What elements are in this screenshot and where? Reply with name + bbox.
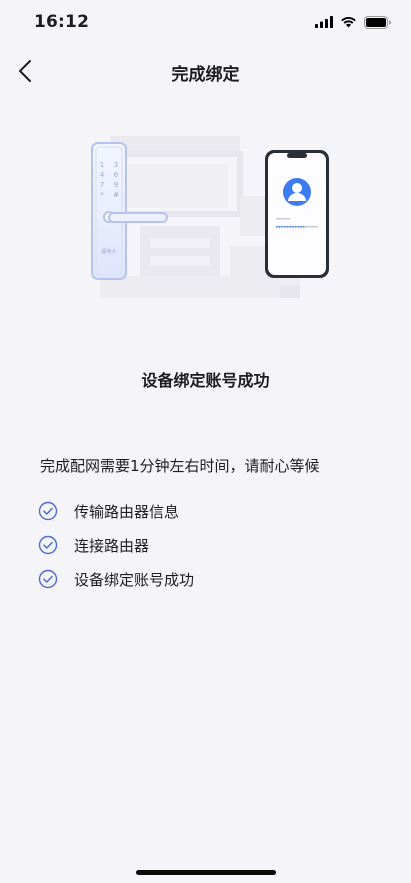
page-title: 完成绑定 [171, 65, 240, 85]
bind-illustration: 1 3 4 6 7 9 * # 超米大 [80, 126, 340, 306]
bind-steps-list: 传输路由器信息 连接路由器 设备绑定账号成功 [38, 494, 194, 596]
cellular-signal-icon [315, 16, 333, 28]
svg-text:1: 1 [100, 161, 104, 169]
step-item: 传输路由器信息 [38, 494, 194, 528]
step-item: 设备绑定账号成功 [38, 562, 194, 596]
wait-hint-text: 完成配网需要1分钟左右时间，请耐心等候 [40, 457, 320, 475]
home-indicator[interactable] [136, 870, 276, 875]
svg-text:7: 7 [100, 181, 104, 189]
wifi-icon [341, 17, 356, 28]
smart-lock-graphic: 1 3 4 6 7 9 * # 超米大 [91, 142, 168, 280]
check-circle-icon [38, 569, 58, 589]
status-bar: 16:12 [0, 0, 411, 44]
bind-result-title: 设备绑定账号成功 [141, 371, 270, 390]
bind-complete-screen: 16:12 完成绑定 1 3 4 6 7 9 * # 超米大 设备绑定账号成功 … [0, 0, 411, 883]
svg-text:*: * [100, 191, 104, 199]
nav-bar: 完成绑定 [0, 44, 411, 98]
phone-graphic [265, 150, 329, 278]
step-label: 传输路由器信息 [74, 502, 180, 521]
svg-text:#: # [113, 191, 119, 199]
svg-text:4: 4 [100, 171, 105, 179]
status-time: 16:12 [34, 12, 90, 32]
svg-text:9: 9 [114, 181, 118, 189]
step-label: 设备绑定账号成功 [74, 570, 195, 589]
battery-icon [364, 15, 391, 29]
step-item: 连接路由器 [38, 528, 194, 562]
status-icons [315, 14, 391, 30]
check-circle-icon [38, 501, 58, 521]
step-label: 连接路由器 [74, 536, 150, 555]
lock-brand-logo: 超米大 [101, 248, 116, 255]
svg-text:3: 3 [114, 161, 118, 169]
svg-text:6: 6 [114, 171, 119, 179]
check-circle-icon [38, 535, 58, 555]
